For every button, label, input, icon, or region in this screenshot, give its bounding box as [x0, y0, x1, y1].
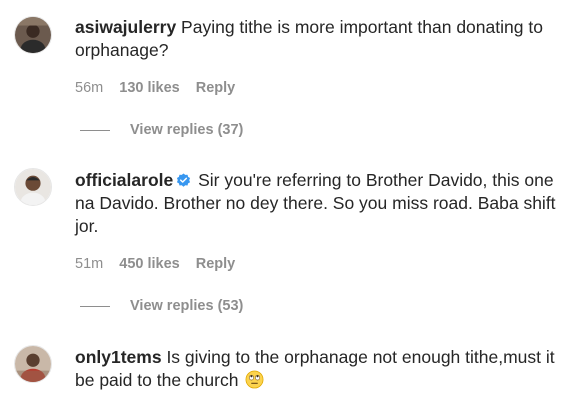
verified-badge-icon [177, 173, 191, 187]
view-replies-label: View replies (53) [130, 298, 244, 314]
avatar[interactable] [14, 16, 52, 54]
avatar[interactable] [14, 168, 52, 206]
timestamp: 51m [75, 256, 104, 272]
view-replies-button[interactable]: View replies (37) [80, 122, 243, 138]
reply-button[interactable]: Reply [196, 80, 236, 96]
user-avatar-icon [15, 346, 51, 382]
user-avatar-icon [15, 17, 51, 53]
divider-line [80, 129, 110, 131]
username[interactable]: asiwajulerry [75, 17, 176, 37]
divider-line [80, 305, 110, 307]
comment-text-block: officialarole Sir you're referring to Br… [75, 169, 565, 238]
username[interactable]: only1tems [75, 347, 162, 367]
timestamp: 56m [75, 80, 104, 96]
view-replies-label: View replies (37) [130, 122, 244, 138]
likes-count[interactable]: 450 likes [119, 256, 179, 272]
comment-text-block: only1tems Is giving to the orphanage not… [75, 346, 565, 392]
comment-meta: 56m 130 likes Reply [75, 80, 247, 96]
view-replies-button[interactable]: View replies (53) [80, 298, 243, 314]
face-with-rolling-eyes-emoji-icon [245, 370, 264, 389]
reply-button[interactable]: Reply [196, 256, 236, 272]
comment-meta: 51m 450 likes Reply [75, 256, 247, 272]
avatar[interactable] [14, 345, 52, 383]
likes-count[interactable]: 130 likes [119, 80, 179, 96]
user-avatar-icon [15, 169, 51, 205]
username[interactable]: officialarole [75, 170, 173, 190]
comment-text-block: asiwajulerry Paying tithe is more import… [75, 16, 565, 62]
